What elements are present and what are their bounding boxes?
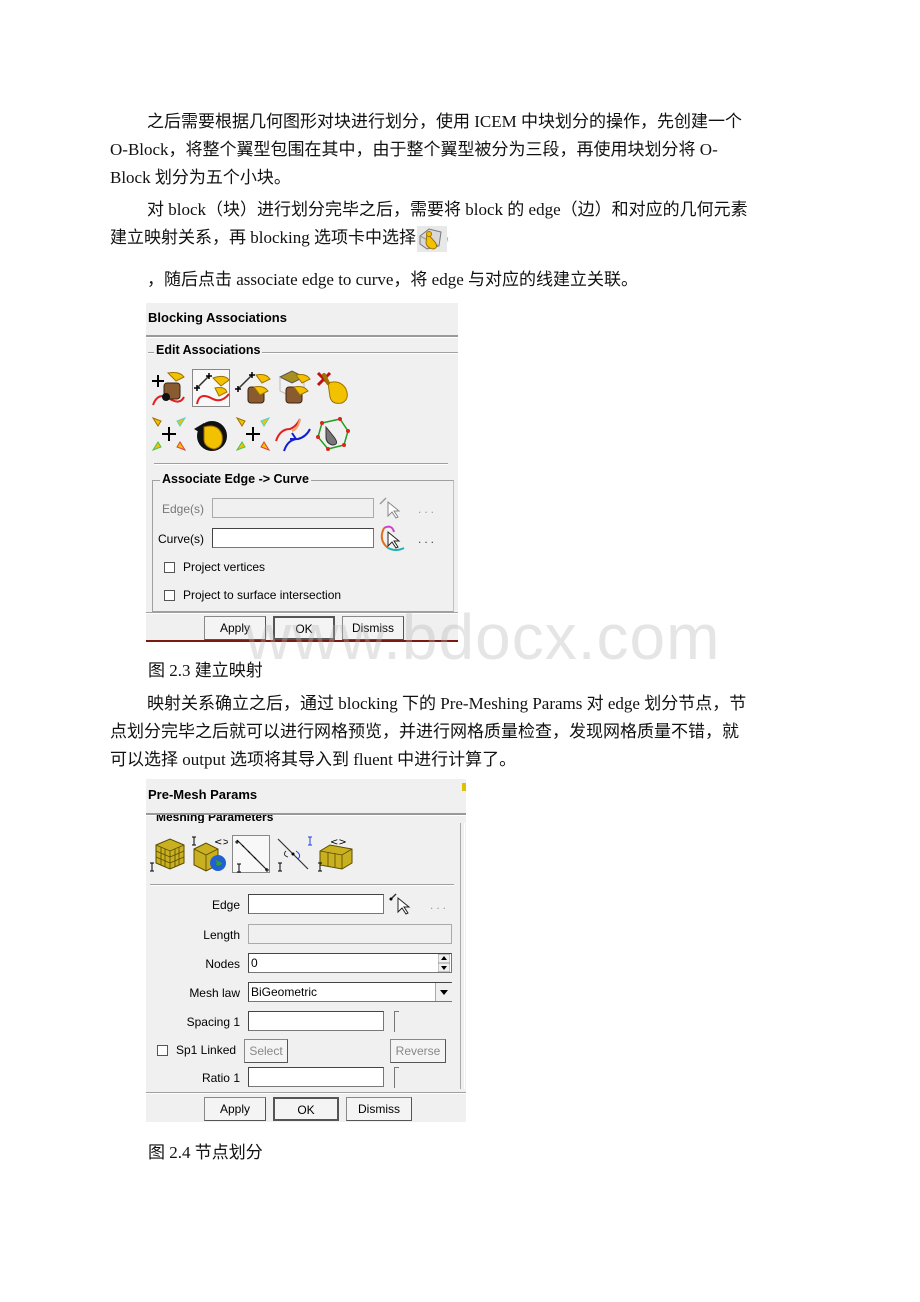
- apply-button[interactable]: Apply: [204, 616, 266, 640]
- associate-edge-to-curve-icon[interactable]: [192, 369, 230, 407]
- spacing1-indicator: [394, 1011, 399, 1032]
- match-edges-icon[interactable]: [274, 835, 312, 873]
- divider: [146, 1092, 466, 1094]
- ok-button[interactable]: OK: [273, 616, 335, 640]
- project-vertices-checkbox[interactable]: [164, 562, 175, 573]
- text-line: 映射关系确立之后，通过 blocking 下的 Pre-Meshing Para…: [147, 694, 747, 713]
- spacing1-label: Spacing 1: [186, 1015, 240, 1029]
- figure-caption-2-3: 图 2.3 建立映射: [148, 661, 263, 680]
- snap-vertices-icon[interactable]: [234, 415, 272, 453]
- associate-face-to-surface-icon[interactable]: [274, 369, 312, 407]
- figure-caption-2-4: 图 2.4 节点划分: [148, 1143, 263, 1162]
- text-line: 点划分完毕之后就可以进行网格预览，并进行网格质量检查，发现网格质量不错，就: [110, 722, 739, 741]
- edges-field[interactable]: [212, 498, 374, 518]
- paragraph-associate-edge: ，随后点击 associate edge to curve，将 edge 与对应…: [110, 266, 800, 294]
- group-curves-icon[interactable]: [274, 415, 312, 453]
- text-line: 可以选择 output 选项将其导入到 fluent 中进行计算了。: [110, 750, 517, 769]
- project-vertices-label: Project vertices: [183, 560, 266, 574]
- paragraph-pre-mesh: 映射关系确立之后，通过 blocking 下的 Pre-Meshing Para…: [110, 690, 800, 774]
- dismiss-button[interactable]: Dismiss: [342, 616, 404, 640]
- pre-mesh-params-dialog: Pre-Mesh Params Meshing Parameters <> <>…: [146, 779, 466, 1122]
- text-line-part: 建立映射关系，再 blocking 选项卡中选择: [110, 228, 416, 247]
- spacing1-field[interactable]: [248, 1011, 384, 1031]
- curves-field[interactable]: [212, 528, 374, 548]
- mesh-law-select[interactable]: BiGeometric: [248, 982, 452, 1002]
- curves-more-dots[interactable]: ...: [418, 532, 437, 546]
- edges-more-dots[interactable]: ...: [418, 502, 437, 516]
- paragraph-association: 对 block（块）进行划分完毕之后，需要将 block 的 edge（边）和对…: [110, 196, 800, 255]
- associate-vertex-icon[interactable]: [150, 369, 188, 407]
- text-line: 建立映射关系，再 blocking 选项卡中选择 ᵎ: [110, 224, 800, 255]
- auto-associate-icon[interactable]: [314, 415, 352, 453]
- edge-label: Edge: [211, 898, 240, 912]
- dialog-title: Blocking Associations: [148, 310, 287, 325]
- svg-text:<>: <>: [214, 837, 228, 848]
- sp1-linked-checkbox[interactable]: [157, 1045, 168, 1056]
- ok-button[interactable]: OK: [273, 1097, 339, 1121]
- scale-sizes-icon[interactable]: <>: [190, 835, 228, 873]
- text-line: 之后需要根据几何图形对块进行划分，使用 ICEM 中块划分的操作，先创建一个: [147, 112, 742, 131]
- dismiss-button[interactable]: Dismiss: [346, 1097, 412, 1121]
- edge-field[interactable]: [248, 894, 384, 914]
- refinement-icon[interactable]: <>: [316, 835, 354, 873]
- scrollbar[interactable]: [460, 823, 465, 1089]
- edges-label: Edge(s): [162, 502, 205, 516]
- group-label-associate-edge-curve: Associate Edge -> Curve: [160, 472, 311, 486]
- select-curves-cursor-icon[interactable]: [378, 524, 406, 552]
- divider: [154, 463, 448, 465]
- length-label: Length: [203, 928, 240, 942]
- divider: [146, 612, 458, 614]
- group-label-meshing-parameters: Meshing Parameters: [156, 815, 274, 823]
- select-edge-cursor-icon[interactable]: [388, 892, 414, 916]
- dialog-title: Pre-Mesh Params: [148, 787, 258, 802]
- project-surface-intersection-label: Project to surface intersection: [183, 588, 342, 602]
- ratio1-indicator: [394, 1067, 399, 1088]
- text-line: Block 划分为五个小块。: [110, 168, 291, 187]
- edge-more-dots[interactable]: ...: [430, 898, 449, 912]
- nodes-spinner[interactable]: [438, 954, 450, 972]
- ratio1-field[interactable]: [248, 1067, 384, 1087]
- text-line: ，随后点击 associate edge to curve，将 edge 与对应…: [147, 270, 639, 289]
- update-all-icon[interactable]: [150, 835, 188, 873]
- group-label-edit-associations: Edit Associations: [154, 343, 263, 357]
- divider: [146, 335, 458, 338]
- blocking-associations-dialog: Blocking Associations Edit Associations …: [146, 303, 458, 642]
- curves-label: Curve(s): [157, 532, 204, 546]
- text-line: O-Block，将整个翼型包围在其中，由于整个翼型被分为三段，再使用块划分将 O…: [110, 140, 718, 159]
- project-surface-intersection-checkbox[interactable]: [164, 590, 175, 601]
- select-button[interactable]: Select: [244, 1039, 288, 1063]
- update-associations-icon[interactable]: [192, 415, 230, 453]
- text-line: 对 block（块）进行划分完毕之后，需要将 block 的 edge（边）和对…: [147, 200, 748, 219]
- apply-button[interactable]: Apply: [204, 1097, 266, 1121]
- ratio1-label: Ratio 1: [201, 1071, 240, 1085]
- paragraph-blocking-intro: 之后需要根据几何图形对块进行划分，使用 ICEM 中块划分的操作，先创建一个 O…: [110, 108, 800, 192]
- nodes-field[interactable]: 0: [248, 953, 452, 973]
- divider: [150, 884, 454, 886]
- length-field[interactable]: [248, 924, 452, 944]
- disassociate-icon[interactable]: [314, 369, 352, 407]
- reverse-button[interactable]: Reverse: [390, 1039, 446, 1063]
- select-edges-cursor-icon[interactable]: [378, 496, 404, 520]
- sp1-linked-label: Sp1 Linked: [176, 1043, 237, 1057]
- dialog-bottom-border: [146, 640, 458, 642]
- reset-associations-icon[interactable]: [150, 415, 188, 453]
- associate-edge-to-surface-icon[interactable]: [234, 369, 272, 407]
- chevron-down-icon[interactable]: [435, 983, 452, 1001]
- indicator-icon: [462, 783, 466, 791]
- edge-params-icon[interactable]: [232, 835, 270, 873]
- mesh-law-label: Mesh law: [189, 986, 240, 1000]
- associate-hand-icon: [417, 226, 447, 253]
- nodes-label: Nodes: [205, 957, 240, 971]
